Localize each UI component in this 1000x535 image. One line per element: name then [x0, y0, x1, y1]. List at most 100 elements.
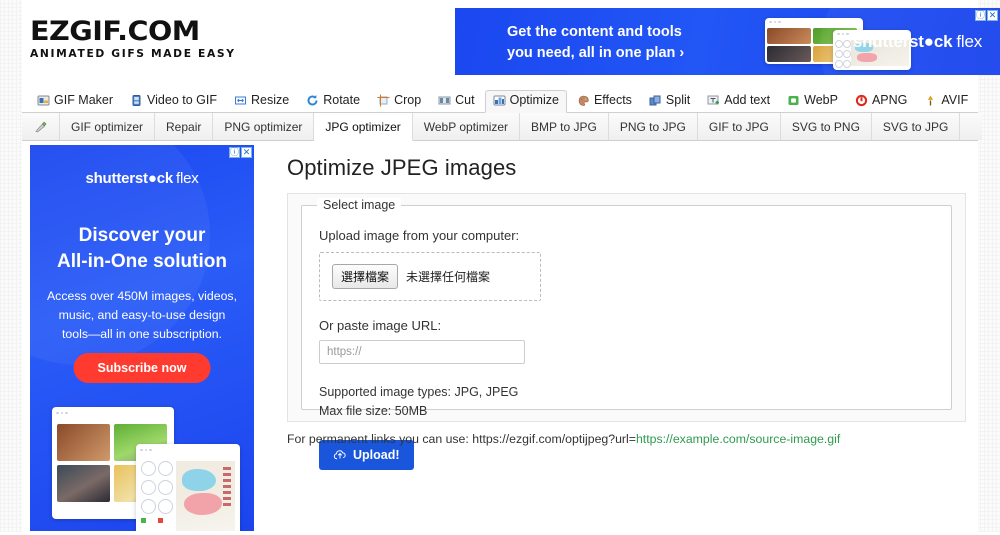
site-header: EZGIF.COM ANIMATED GIFS MADE EASY ⓘ ✕ Ge… [22, 0, 1000, 85]
nav-item-gif-maker[interactable]: GIF Maker [30, 90, 120, 112]
browser-page: EZGIF.COM ANIMATED GIFS MADE EASY ⓘ ✕ Ge… [0, 0, 1000, 535]
mock-tile [767, 28, 811, 44]
sidebar-ad-subtext: Access over 450M images, videos, music, … [46, 289, 237, 342]
sub-nav-label: WebP optimizer [423, 119, 509, 134]
sidebar-ad-headline: Discover your All-in-One solution [30, 223, 254, 274]
top-ad-headline-line1: Get the content and tools [507, 24, 682, 40]
sidebar-ad[interactable]: ⓘ ✕ shutterst●ck flex Discover your All-i… [30, 145, 254, 531]
sub-nav-item-png-optimizer[interactable]: PNG optimizer [213, 113, 315, 140]
site-logo[interactable]: EZGIF.COM ANIMATED GIFS MADE EASY [30, 18, 234, 60]
mock-window-back [765, 18, 863, 64]
mock-tiles [765, 26, 863, 64]
top-ad-brand: shutterst●ck flex [853, 32, 982, 52]
nav-item-add-text[interactable]: Add text [700, 90, 777, 112]
file-dropzone[interactable]: 選擇檔案 未選擇任何檔案 [319, 252, 541, 301]
sidebar-ad-headline-line1: Discover your [78, 225, 206, 246]
nav-item-effects[interactable]: Effects [570, 90, 639, 112]
sub-nav-item-png-to-jpg[interactable]: PNG to JPG [608, 113, 698, 140]
apng-icon [855, 94, 868, 107]
sub-nav-item-jpg-optimizer[interactable]: JPG optimizer [314, 113, 413, 141]
site-container: EZGIF.COM ANIMATED GIFS MADE EASY ⓘ ✕ Ge… [22, 0, 1000, 535]
image-url-input[interactable] [319, 340, 525, 364]
page-body: ⓘ ✕ shutterst●ck flex Discover your All-i… [22, 141, 978, 535]
logo-primary-text: EZGIF.COM [30, 16, 200, 47]
nav-item-label: Video to GIF [147, 93, 217, 107]
cut-icon [438, 94, 451, 107]
permalink-prefix: For permanent links you can use: https:/… [287, 432, 636, 446]
select-image-fieldset: Select image Upload image from your comp… [301, 198, 952, 470]
nav-item-resize[interactable]: Resize [227, 90, 296, 112]
sub-nav-label: SVG to JPG [882, 119, 949, 134]
nav-item-label: Optimize [509, 93, 559, 107]
add-text-icon [707, 94, 720, 107]
sub-nav-label: GIF optimizer [71, 119, 144, 134]
nav-item-label: WebP [804, 93, 838, 107]
optimize-panel: Select image Upload image from your comp… [287, 193, 966, 470]
top-banner-ad[interactable]: ⓘ ✕ Get the content and tools you need, … [455, 8, 1000, 75]
split-icon [649, 94, 662, 107]
nav-item-label: APNG [871, 93, 908, 107]
sub-nav-item-gif-to-jpg[interactable]: GIF to JPG [697, 113, 781, 140]
max-file-size-note: Max file size: 50MB [319, 403, 428, 418]
nav-item-webp[interactable]: WebP [780, 90, 845, 112]
sub-nav-item-repair[interactable]: Repair [155, 113, 214, 140]
ad-info-icon[interactable]: ⓘ [229, 147, 240, 158]
selected-file-name: 未選擇任何檔案 [406, 270, 491, 284]
effects-icon [577, 94, 590, 107]
nav-item-label: GIF Maker [54, 93, 114, 107]
nav-item-label: Resize [251, 93, 290, 107]
nav-item-avif[interactable]: AVIF [917, 90, 975, 112]
nav-item-rotate[interactable]: Rotate [299, 90, 367, 112]
upload-label: Upload image from your computer: [319, 228, 520, 243]
sub-nav-item-webp-optimizer[interactable]: WebP optimizer [412, 113, 521, 140]
nav-item-video-to-gif[interactable]: Video to GIF [123, 90, 224, 112]
sub-nav-item-gif-optimizer[interactable]: GIF optimizer [60, 113, 156, 140]
choose-file-button[interactable]: 選擇檔案 [332, 264, 399, 289]
nav-item-label: Crop [394, 93, 422, 107]
sub-nav-label: BMP to JPG [531, 119, 597, 134]
mock-titlebar [52, 407, 174, 419]
mock-editor-body [136, 456, 240, 531]
sidebar-ad-brand-bold: shutterst●ck [85, 170, 173, 187]
nav-item-label: Effects [593, 93, 632, 107]
mock-canvas [851, 40, 909, 66]
home-icon [34, 120, 47, 133]
main-content: Optimize JPEG images Select image Upload… [270, 141, 978, 535]
fieldset-legend: Select image [317, 198, 402, 212]
sub-nav-filler [960, 113, 983, 140]
cloud-upload-icon [333, 448, 347, 462]
sub-nav-label: GIF to JPG [708, 119, 769, 134]
sub-nav-item-bmp-to-jpg[interactable]: BMP to JPG [520, 113, 609, 140]
crop-icon [377, 94, 390, 107]
nav-item-optimize[interactable]: Optimize [484, 90, 567, 113]
page-title: Optimize JPEG images [287, 155, 517, 180]
nav-item-cut[interactable]: Cut [431, 90, 481, 112]
mock-titlebar [833, 30, 911, 38]
avif-icon [924, 94, 937, 107]
sidebar-ad-brand-light: flex [175, 170, 199, 187]
mock-canvas [176, 461, 235, 531]
sub-nav-item-svg-to-jpg[interactable]: SVG to JPG [871, 113, 961, 140]
sub-nav-home[interactable] [22, 113, 60, 140]
ad-close-icon[interactable]: ✕ [987, 10, 998, 21]
ad-info-icon[interactable]: ⓘ [975, 10, 986, 21]
nav-item-crop[interactable]: Crop [370, 90, 428, 112]
top-ad-brand-bold: shutterst●ck [852, 32, 953, 51]
mock-tile [57, 424, 110, 461]
mock-titlebar [765, 18, 863, 26]
sidebar-ad-controls[interactable]: ⓘ ✕ [229, 147, 252, 158]
nav-item-apng[interactable]: APNG [848, 90, 914, 112]
ad-close-icon[interactable]: ✕ [241, 147, 252, 158]
mock-titlebar [136, 444, 240, 456]
optimize-icon [493, 94, 506, 107]
sub-nav-label: Repair [166, 119, 202, 134]
nav-item-split[interactable]: Split [642, 90, 697, 112]
permalink-example-link[interactable]: https://example.com/source-image.gif [636, 432, 840, 446]
top-ad-controls[interactable]: ⓘ ✕ [975, 10, 998, 21]
sub-nav-item-svg-to-png[interactable]: SVG to PNG [780, 113, 872, 140]
sidebar-ad-cta-button[interactable]: Subscribe now [73, 353, 211, 383]
sidebar-ad-artwork [52, 407, 242, 531]
nav-item-label: Add text [724, 93, 771, 107]
fieldset-content: Upload image from your computer: 選擇檔案 未選… [319, 228, 934, 470]
sub-navigation: GIF optimizer Repair PNG optimizer JPG o… [22, 113, 983, 141]
